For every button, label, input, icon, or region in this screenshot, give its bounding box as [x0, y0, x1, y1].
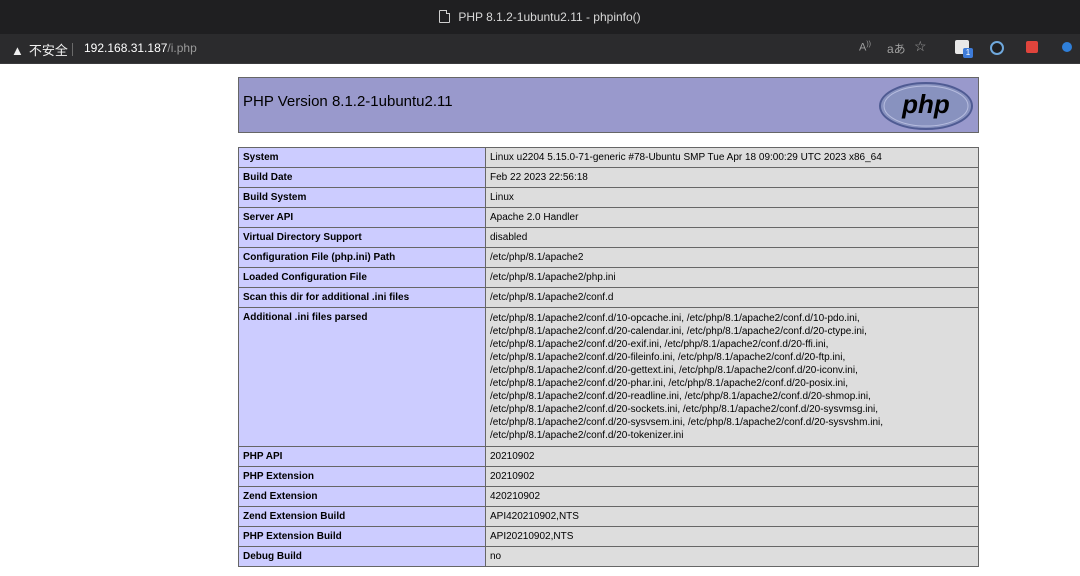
row-value: 20210902 [485, 446, 979, 467]
table-row: PHP Extension Build API20210902,NTS [238, 526, 979, 547]
ini-file-line: /etc/php/8.1/apache2/conf.d/20-phar.ini,… [490, 378, 849, 389]
red-extension-icon[interactable] [1026, 41, 1038, 53]
edge-icon[interactable] [1062, 42, 1072, 52]
row-label: System [238, 147, 486, 168]
table-row: Additional .ini files parsed /etc/php/8.… [238, 307, 979, 447]
ini-file-line: /etc/php/8.1/apache2/conf.d/20-sysvsem.i… [490, 417, 884, 428]
phpinfo-content: PHP Version 8.1.2-1ubuntu2.11 php System… [238, 77, 979, 567]
row-label: PHP API [238, 446, 486, 467]
row-value: /etc/php/8.1/apache2/conf.d [485, 287, 979, 308]
ini-file-line: /etc/php/8.1/apache2/conf.d/20-gettext.i… [490, 365, 858, 376]
ini-file-line: /etc/php/8.1/apache2/conf.d/10-opcache.i… [490, 313, 860, 324]
row-value: Linux [485, 187, 979, 208]
circle-extension-icon[interactable] [990, 41, 1004, 55]
row-value: 20210902 [485, 466, 979, 487]
php-logo: php [879, 82, 973, 130]
table-row: Debug Build no [238, 546, 979, 567]
table-row: Server API Apache 2.0 Handler [238, 207, 979, 228]
translate-icon[interactable]: aあ [887, 40, 906, 57]
url-field[interactable]: 192.168.31.187/i.php [84, 41, 197, 55]
row-label: Server API [238, 207, 486, 228]
ini-file-line: /etc/php/8.1/apache2/conf.d/20-exif.ini,… [490, 339, 829, 350]
address-divider [72, 43, 73, 56]
address-bar[interactable]: ▲ 不安全 192.168.31.187/i.php A)) aあ ☆ 1 [0, 34, 1080, 64]
table-row: Zend Extension 420210902 [238, 486, 979, 507]
table-row: Configuration File (php.ini) Path/etc/ph… [238, 247, 979, 268]
extension-badge: 1 [963, 48, 973, 58]
table-row: PHP API 20210902 [238, 446, 979, 467]
row-value: 420210902 [485, 486, 979, 507]
row-label: Configuration File (php.ini) Path [238, 247, 486, 268]
ini-file-line: /etc/php/8.1/apache2/conf.d/20-tokenizer… [490, 430, 684, 441]
table-row: Scan this dir for additional .ini files /… [238, 287, 979, 308]
row-value: /etc/php/8.1/apache2 [485, 247, 979, 268]
table-row: Zend Extension Build API420210902,NTS [238, 506, 979, 527]
row-value: API20210902,NTS [485, 526, 979, 547]
url-path: /i.php [167, 41, 197, 55]
ini-file-line: /etc/php/8.1/apache2/conf.d/20-readline.… [490, 391, 871, 402]
ini-parsed-value: /etc/php/8.1/apache2/conf.d/10-opcache.i… [485, 307, 979, 447]
favorite-icon[interactable]: ☆ [914, 38, 927, 55]
php-info-table: System Linux u2204 5.15.0-71-generic #78-… [238, 147, 979, 567]
row-label: PHP Extension Build [238, 526, 486, 547]
document-icon [439, 10, 451, 23]
ini-file-line: /etc/php/8.1/apache2/conf.d/20-fileinfo.… [490, 352, 846, 363]
ini-file-line: /etc/php/8.1/apache2/conf.d/20-calendar.… [490, 326, 867, 337]
row-value: no [485, 546, 979, 567]
row-value: Apache 2.0 Handler [485, 207, 979, 228]
row-label: Debug Build [238, 546, 486, 567]
table-row: Build System Linux [238, 187, 979, 208]
window-title: PHP 8.1.2-1ubuntu2.11 - phpinfo() [458, 10, 641, 24]
extension-icon[interactable]: 1 [955, 40, 973, 58]
window-title-area: PHP 8.1.2-1ubuntu2.11 - phpinfo() [0, 10, 1080, 24]
ini-file-line: /etc/php/8.1/apache2/conf.d/20-sockets.i… [490, 404, 879, 415]
row-value: /etc/php/8.1/apache2/php.ini [485, 267, 979, 288]
php-version-header: PHP Version 8.1.2-1ubuntu2.11 php [238, 77, 979, 133]
row-label: Build System [238, 187, 486, 208]
php-logo-text: php [901, 89, 950, 119]
row-label: Zend Extension Build [238, 506, 486, 527]
row-label: Scan this dir for additional .ini files [238, 287, 486, 308]
table-row: Loaded Configuration File/etc/php/8.1/ap… [238, 267, 979, 288]
table-row: Virtual Directory Support disabled [238, 227, 979, 248]
window-titlebar: PHP 8.1.2-1ubuntu2.11 - phpinfo() [0, 0, 1080, 34]
url-host: 192.168.31.187 [84, 41, 168, 55]
table-row: PHP Extension 20210902 [238, 466, 979, 487]
row-value: Linux u2204 5.15.0-71-generic #78-Ubuntu… [485, 147, 979, 168]
row-label: PHP Extension [238, 466, 486, 487]
row-value: API420210902,NTS [485, 506, 979, 527]
security-indicator[interactable]: ▲ 不安全 [11, 40, 68, 59]
row-value: disabled [485, 227, 979, 248]
read-aloud-icon[interactable]: A)) [859, 41, 871, 54]
row-label: Zend Extension [238, 486, 486, 507]
row-label: Loaded Configuration File [238, 267, 486, 288]
table-row: System Linux u2204 5.15.0-71-generic #78-… [238, 147, 979, 168]
php-version-title: PHP Version 8.1.2-1ubuntu2.11 [243, 93, 453, 110]
ini-parsed-label: Additional .ini files parsed [238, 307, 486, 447]
security-label: 不安全 [28, 43, 68, 58]
row-label: Build Date [238, 167, 486, 188]
row-label: Virtual Directory Support [238, 227, 486, 248]
table-row: Build Date Feb 22 2023 22:56:18 [238, 167, 979, 188]
warning-icon: ▲ [11, 43, 24, 58]
ini-file-lines: /etc/php/8.1/apache2/conf.d/10-opcache.i… [490, 312, 974, 442]
row-value: Feb 22 2023 22:56:18 [485, 167, 979, 188]
